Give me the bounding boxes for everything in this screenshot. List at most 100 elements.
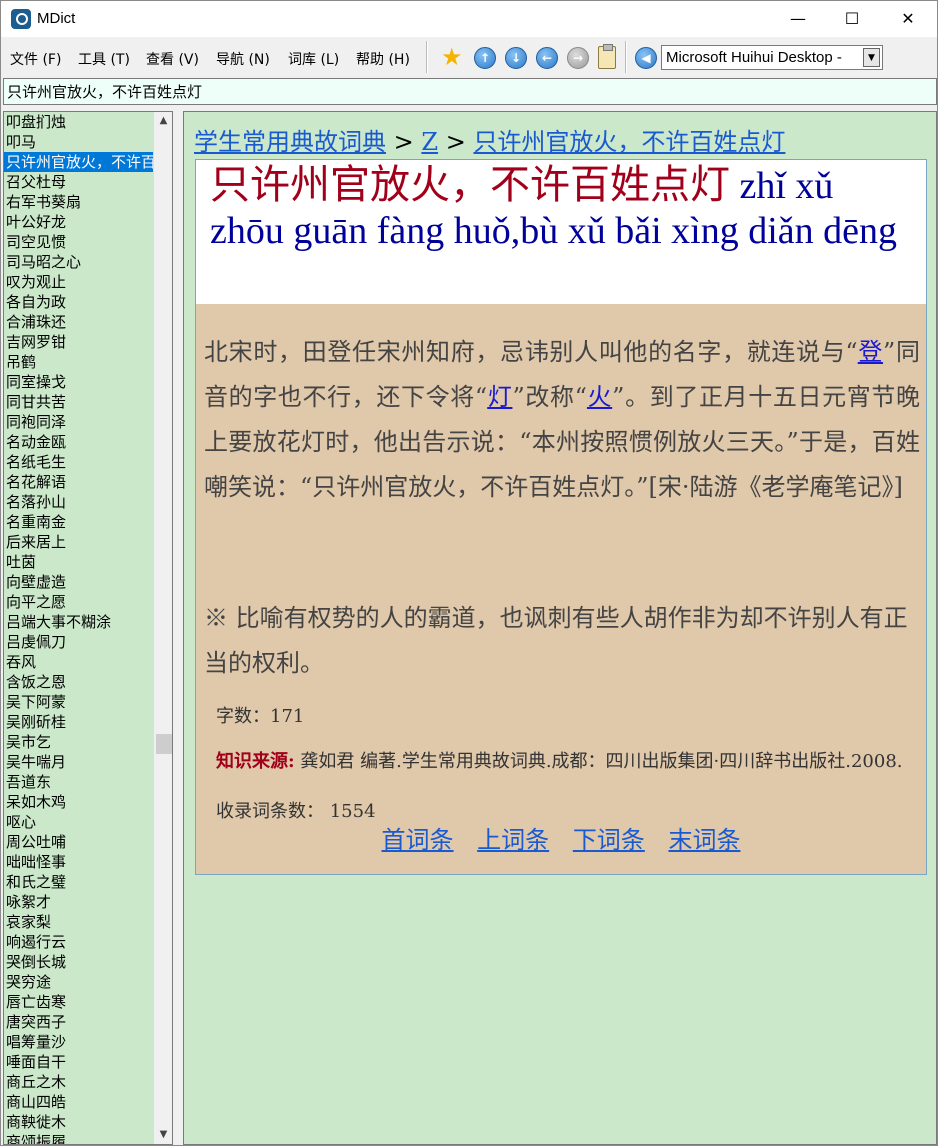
menu-library[interactable]: 词库 (L): [288, 49, 339, 69]
menu-tools[interactable]: 工具 (T): [78, 49, 130, 69]
clipboard-icon[interactable]: [598, 44, 616, 69]
speaker-icon[interactable]: ◀: [635, 47, 657, 69]
maximize-button[interactable]: ☐: [823, 1, 881, 37]
list-item[interactable]: 同甘共苦: [4, 392, 154, 412]
list-item[interactable]: 唐突西子: [4, 1012, 154, 1032]
list-item[interactable]: 后来居上: [4, 532, 154, 552]
menu-view[interactable]: 查看 (V): [146, 49, 199, 69]
mdict-app-icon: [11, 9, 31, 29]
list-item[interactable]: 商鞅徙木: [4, 1112, 154, 1132]
list-item[interactable]: 吉网罗钳: [4, 332, 154, 352]
minimize-button[interactable]: —: [769, 1, 827, 37]
list-item[interactable]: 响遏行云: [4, 932, 154, 952]
prev-entry-link[interactable]: 上词条: [477, 826, 549, 854]
next-entry-link[interactable]: 下词条: [573, 826, 645, 854]
menu-navigate[interactable]: 导航 (N): [216, 49, 270, 69]
list-item[interactable]: 向壁虚造: [4, 572, 154, 592]
headword-chinese: 只许州官放火，不许百姓点灯: [210, 162, 730, 208]
list-item[interactable]: 右军书葵扇: [4, 192, 154, 212]
favorite-star-icon[interactable]: ★: [441, 43, 463, 71]
list-item[interactable]: 吴下阿蒙: [4, 692, 154, 712]
window-title: MDict: [37, 10, 76, 27]
list-item[interactable]: 召父杜母: [4, 172, 154, 192]
list-item[interactable]: 吊鹤: [4, 352, 154, 372]
first-entry-link[interactable]: 首词条: [382, 826, 454, 854]
list-item[interactable]: 呕心: [4, 812, 154, 832]
list-item[interactable]: 唱筹量沙: [4, 1032, 154, 1052]
mdict-window: MDict — ☐ ✕ 文件 (F) 工具 (T) 查看 (V) 导航 (N) …: [0, 0, 938, 1146]
font-select-value: Microsoft Huihui Desktop -: [666, 49, 842, 66]
list-item[interactable]: 向平之愿: [4, 592, 154, 612]
breadcrumb-letter-link[interactable]: Z: [421, 128, 438, 156]
chevron-down-icon[interactable]: ▼: [863, 48, 880, 67]
list-item[interactable]: 商丘之木: [4, 1072, 154, 1092]
list-item[interactable]: 哭穷途: [4, 972, 154, 992]
menu-file[interactable]: 文件 (F): [10, 49, 61, 69]
arrow-forward-icon[interactable]: →: [567, 47, 589, 69]
scroll-down-icon[interactable]: ▼: [154, 1126, 172, 1144]
breadcrumb-dict-link[interactable]: 学生常用典故词典: [194, 128, 386, 156]
word-list: 叩盘扪烛叩马只许州官放火，不许百姓点灯召父杜母右军书葵扇叶公好龙司空见惯司马昭之…: [4, 112, 154, 1144]
title-bar: MDict — ☐ ✕: [1, 1, 937, 37]
story-text: 北宋时，田登任宋州知府，忌讳别人叫他的名字，就连说与“: [204, 338, 858, 366]
list-item[interactable]: 名纸毛生: [4, 452, 154, 472]
headword-box: 只许州官放火，不许百姓点灯 zhǐ xǔ zhōu guān fàng huǒ,…: [196, 160, 926, 304]
list-item[interactable]: 叩盘扪烛: [4, 112, 154, 132]
scroll-up-icon[interactable]: ▲: [154, 112, 172, 130]
char-link-huo[interactable]: 火: [587, 383, 612, 411]
list-item[interactable]: 周公吐哺: [4, 832, 154, 852]
list-item[interactable]: 咄咄怪事: [4, 852, 154, 872]
search-bar: [3, 78, 937, 105]
list-item[interactable]: 吕端大事不糊涂: [4, 612, 154, 632]
list-item[interactable]: 哀家梨: [4, 912, 154, 932]
list-item[interactable]: 名落孙山: [4, 492, 154, 512]
list-item[interactable]: 呆如木鸡: [4, 792, 154, 812]
close-button[interactable]: ✕: [879, 1, 937, 37]
list-item[interactable]: 合浦珠还: [4, 312, 154, 332]
arrow-up-icon[interactable]: ↑: [474, 47, 496, 69]
pane-splitter[interactable]: [174, 111, 182, 1145]
char-link-deng[interactable]: 登: [858, 338, 883, 366]
list-item[interactable]: 叹为观止: [4, 272, 154, 292]
list-item[interactable]: 含饭之恩: [4, 672, 154, 692]
list-item[interactable]: 唇亡齿寒: [4, 992, 154, 1012]
list-item[interactable]: 名花解语: [4, 472, 154, 492]
list-item[interactable]: 吐茵: [4, 552, 154, 572]
list-item[interactable]: 司马昭之心: [4, 252, 154, 272]
list-item[interactable]: 司空见惯: [4, 232, 154, 252]
list-item[interactable]: 吴牛喘月: [4, 752, 154, 772]
breadcrumb-entry-link[interactable]: 只许州官放火，不许百姓点灯: [473, 128, 785, 156]
font-select[interactable]: Microsoft Huihui Desktop - ▼: [661, 45, 883, 70]
list-item[interactable]: 只许州官放火，不许百姓点灯: [4, 152, 154, 172]
source-info: 知识来源: 龚如君 编著.学生常用典故词典.成都：四川出版集团·四川辞书出版社.…: [216, 750, 916, 773]
list-item[interactable]: 吞风: [4, 652, 154, 672]
list-item[interactable]: 叶公好龙: [4, 212, 154, 232]
list-item[interactable]: 咏絮才: [4, 892, 154, 912]
entry-card: 只许州官放火，不许百姓点灯 zhǐ xǔ zhōu guān fàng huǒ,…: [195, 159, 927, 875]
last-entry-link[interactable]: 末词条: [668, 826, 740, 854]
search-input[interactable]: [7, 82, 907, 100]
list-item[interactable]: 吴市乞: [4, 732, 154, 752]
list-item[interactable]: 商山四皓: [4, 1092, 154, 1112]
list-item[interactable]: 哭倒长城: [4, 952, 154, 972]
list-item[interactable]: 名重南金: [4, 512, 154, 532]
list-item[interactable]: 名动金瓯: [4, 432, 154, 452]
list-item[interactable]: 和氏之璧: [4, 872, 154, 892]
list-item[interactable]: 吕虔佩刀: [4, 632, 154, 652]
list-item[interactable]: 唾面自干: [4, 1052, 154, 1072]
list-item[interactable]: 吴刚斫桂: [4, 712, 154, 732]
list-item[interactable]: 叩马: [4, 132, 154, 152]
char-link-deng-lamp[interactable]: 灯: [487, 383, 512, 411]
source-label: 知识来源:: [216, 751, 295, 772]
list-item[interactable]: 商颂振履: [4, 1132, 154, 1144]
breadcrumb: 学生常用典故词典 > Z > 只许州官放火，不许百姓点灯: [194, 122, 785, 157]
scrollbar-thumb[interactable]: [156, 734, 172, 754]
arrow-back-icon[interactable]: ←: [536, 47, 558, 69]
menu-help[interactable]: 帮助 (H): [356, 49, 410, 69]
word-list-scrollbar[interactable]: ▲ ▼: [153, 112, 172, 1144]
arrow-down-icon[interactable]: ↓: [505, 47, 527, 69]
list-item[interactable]: 各自为政: [4, 292, 154, 312]
list-item[interactable]: 同袍同泽: [4, 412, 154, 432]
list-item[interactable]: 吾道东: [4, 772, 154, 792]
list-item[interactable]: 同室操戈: [4, 372, 154, 392]
